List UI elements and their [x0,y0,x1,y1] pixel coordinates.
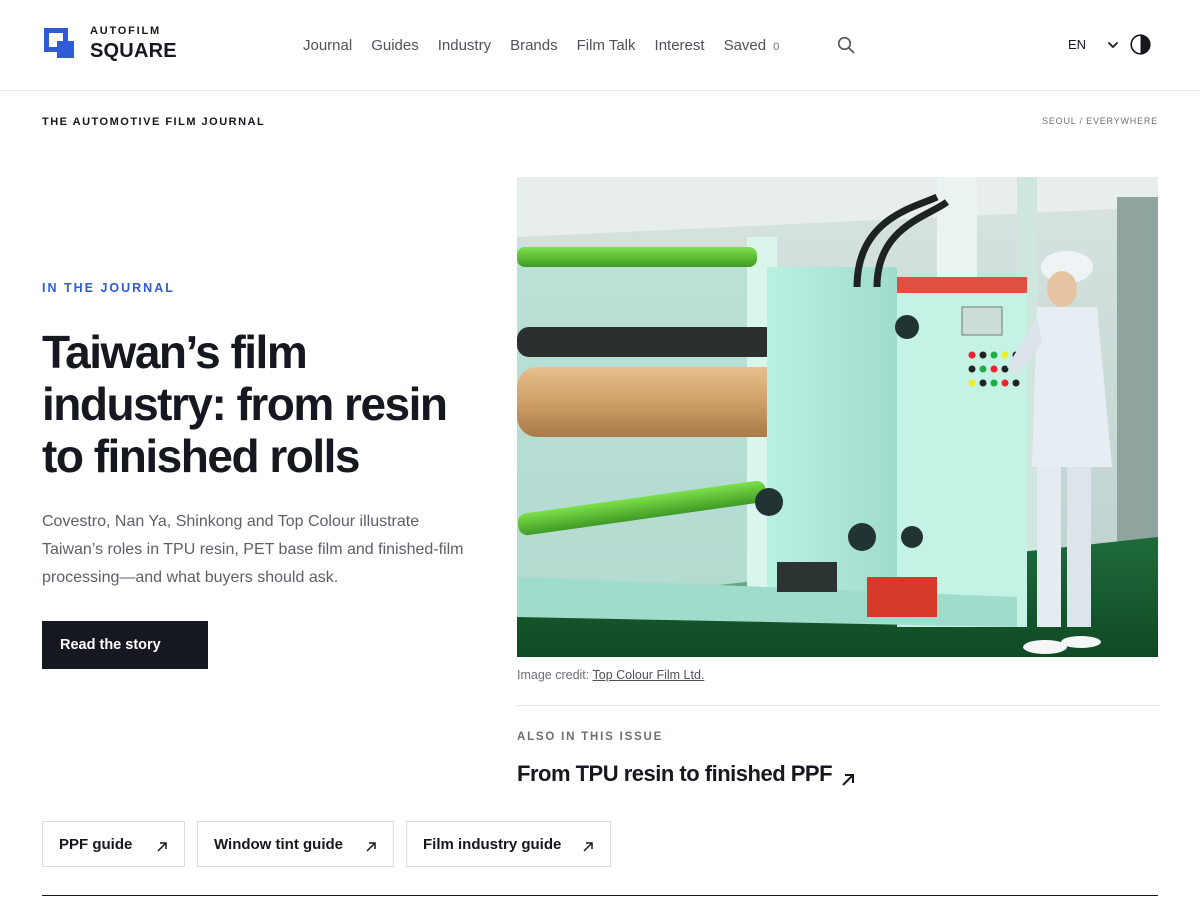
read-story-button[interactable]: Read the story [42,621,230,669]
brand-name[interactable]: SQUARE [90,40,177,63]
image-credit-prefix: Image credit: [517,668,590,682]
ppf-guide-button[interactable]: PPF guide [42,821,185,867]
arrow-up-right-icon [583,839,593,852]
film-industry-guide-label: Film industry guide [423,835,562,853]
journal-tagline: THE AUTOMOTIVE FILM JOURNAL [42,116,266,128]
image-credit-link[interactable]: Top Colour Film Ltd. [593,668,705,682]
also-in-issue-label: ALSO IN THIS ISSUE [517,731,664,743]
window-tint-guide-label: Window tint guide [214,835,344,853]
guide-links: PPF guide Window tint guide Film industr… [42,821,623,867]
arrow-up-right-icon [157,839,167,852]
nav-saved-label: Saved [723,36,767,54]
site-header: AUTOFILM SQUARE Journal Guides Industry … [0,0,1200,91]
hero-dek: Covestro, Nan Ya, Shinkong and Top Colou… [42,513,464,586]
window-tint-guide-button[interactable]: Window tint guide [197,821,394,867]
arrow-up-right-icon [841,767,855,786]
section-eyebrow: IN THE JOURNAL [42,281,175,295]
arrow-right-icon [218,639,230,651]
nav-journal[interactable]: Journal [303,37,352,54]
also-in-issue-title: From TPU resin to finished PPF [517,761,833,786]
nav-brands[interactable]: Brands [510,37,558,54]
film-industry-guide-button[interactable]: Film industry guide [406,821,611,867]
theme-toggle-icon[interactable] [1130,34,1151,55]
language-select[interactable]: EN [1068,37,1086,52]
nav-industry[interactable]: Industry [438,37,491,54]
saved-count-badge: 0 [773,40,780,53]
image-credit: Image credit: Top Colour Film Ltd. [517,668,704,682]
hero-headline[interactable]: Taiwan’s film industry: from resin to fi… [42,326,482,482]
nav-film-talk[interactable]: Film Talk [577,37,636,54]
read-story-label: Read the story [60,637,161,653]
logo-icon[interactable] [44,28,76,60]
chevron-down-icon[interactable] [1107,38,1119,50]
nav-saved[interactable]: Saved 0 [724,37,780,54]
location-tag: SEOUL / EVERYWHERE [1042,116,1158,126]
also-in-issue-link[interactable]: From TPU resin to finished PPF [517,761,855,787]
brand-small-text[interactable]: AUTOFILM [90,25,161,37]
nav-guides[interactable]: Guides [371,37,419,54]
section-divider [517,705,1158,706]
arrow-up-right-icon [366,839,376,852]
hero-image[interactable] [517,177,1158,657]
ppf-guide-label: PPF guide [59,835,133,853]
search-icon[interactable] [837,36,855,54]
bottom-rule [42,895,1158,896]
nav-interest[interactable]: Interest [655,37,705,54]
main-nav: Journal Guides Industry Brands Film Talk… [303,35,779,55]
